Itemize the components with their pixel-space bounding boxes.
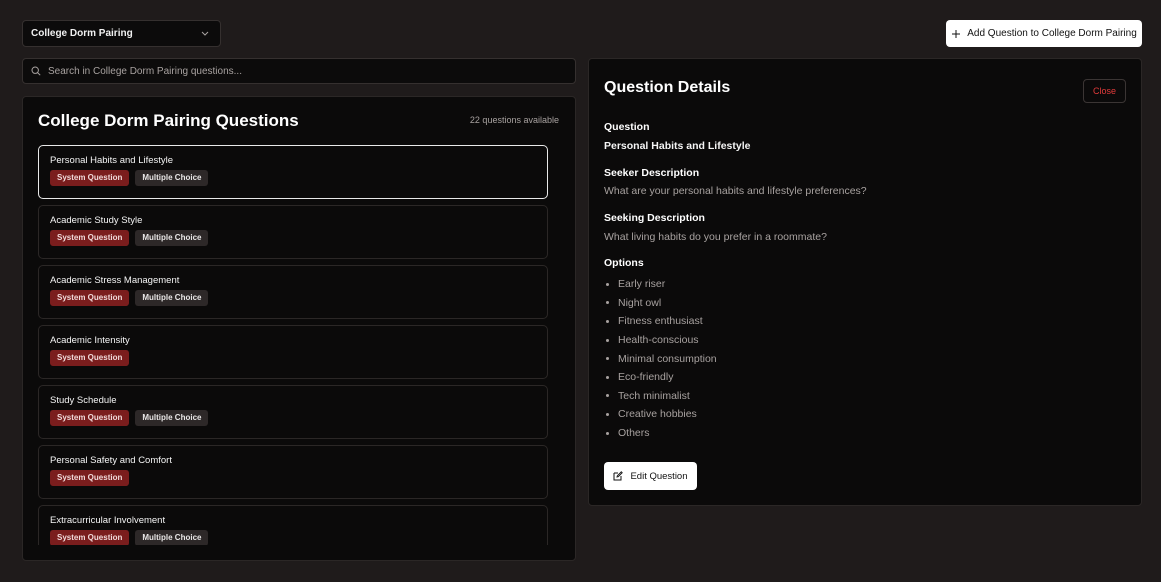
option-text: Others [618,427,650,440]
multiple-choice-badge: Multiple Choice [135,170,209,186]
question-card-title: Academic Intensity [50,335,130,346]
questions-list-panel: College Dorm Pairing Questions 22 questi… [22,96,576,561]
search-icon [31,66,42,77]
question-card-title: Personal Habits and Lifestyle [50,155,174,166]
multiple-choice-badge: Multiple Choice [135,530,209,545]
option-text: Night owl [618,296,662,309]
bullet-icon [606,282,609,286]
edit-question-button[interactable]: Edit Question [604,462,697,490]
option-item: Early riser [604,275,717,294]
system-question-badge: System Question [50,350,130,366]
seeking-description-label: Seeking Description [604,212,705,224]
option-text: Fitness enthusiast [618,315,703,328]
options-label: Options [604,257,644,269]
details-title: Question Details [604,79,731,96]
bullet-icon [606,375,609,379]
bullet-icon [606,301,609,305]
option-item: Night owl [604,294,717,313]
question-card-title: Study Schedule [50,395,117,406]
question-value: Personal Habits and Lifestyle [604,140,751,152]
edit-question-label: Edit Question [630,470,688,482]
option-item: Health-conscious [604,331,717,350]
category-select-value: College Dorm Pairing [31,28,133,39]
close-button[interactable]: Close [1083,79,1126,103]
option-text: Tech minimalist [618,389,690,402]
option-item: Creative hobbies [604,405,717,424]
system-question-badge: System Question [50,170,130,186]
search-bar [22,58,576,84]
edit-icon [613,471,624,482]
question-list[interactable]: Personal Habits and Lifestyle System Ques… [38,145,549,545]
add-question-button[interactable]: Add Question to College Dorm Pairing [946,20,1142,47]
question-card-tags: System Question [50,470,536,486]
system-question-badge: System Question [50,230,130,246]
option-text: Eco-friendly [618,371,674,384]
option-item: Eco-friendly [604,368,717,387]
seeking-description-value: What living habits do you prefer in a ro… [604,231,827,243]
seeker-description-label: Seeker Description [604,167,700,179]
question-card-title: Extracurricular Involvement [50,515,166,526]
question-card-title: Personal Safety and Comfort [50,455,172,466]
options-list: Early riser Night owl Fitness enthusiast He… [604,275,717,442]
question-card-tags: System Question Multiple Choice [50,530,536,545]
multiple-choice-badge: Multiple Choice [135,290,209,306]
question-card-title: Academic Stress Management [50,275,180,286]
option-text: Early riser [618,278,666,291]
option-item: Minimal consumption [604,349,717,368]
question-card[interactable]: Extracurricular Involvement System Questi… [38,505,548,545]
bullet-icon [606,338,609,342]
system-question-badge: System Question [50,290,130,306]
question-card-tags: System Question Multiple Choice [50,410,536,426]
plus-icon [951,29,961,39]
question-card[interactable]: Academic Stress Management System Questio… [38,265,548,319]
option-item: Others [604,424,717,443]
bullet-icon [606,357,609,361]
option-text: Creative hobbies [618,408,697,421]
option-text: Health-conscious [618,334,699,347]
question-card-tags: System Question Multiple Choice [50,230,536,246]
bullet-icon [606,412,609,416]
question-count: 22 questions available [469,115,559,125]
add-question-label: Add Question to College Dorm Pairing [967,28,1137,39]
question-card[interactable]: Academic Study Style System Question Multi… [38,205,548,259]
question-card-tags: System Question Multiple Choice [50,170,536,186]
question-card[interactable]: Personal Habits and Lifestyle System Ques… [38,145,548,199]
question-details-panel: Question Details Close Question Personal… [588,58,1142,506]
question-card-tags: System Question [50,350,536,366]
question-card[interactable]: Study Schedule System Question Multiple Ch… [38,385,548,439]
question-card[interactable]: Academic Intensity System Question [38,325,548,379]
multiple-choice-badge: Multiple Choice [135,230,209,246]
chevron-down-icon [200,29,210,39]
system-question-badge: System Question [50,530,130,545]
seeker-description-value: What are your personal habits and lifest… [604,185,867,197]
option-text: Minimal consumption [618,352,717,365]
question-label: Question [604,121,650,133]
option-item: Fitness enthusiast [604,312,717,331]
bullet-icon [606,394,609,398]
option-item: Tech minimalist [604,387,717,406]
question-card-tags: System Question Multiple Choice [50,290,536,306]
question-card-title: Academic Study Style [50,215,143,226]
system-question-badge: System Question [50,410,130,426]
category-select[interactable]: College Dorm Pairing [22,20,221,47]
bullet-icon [606,431,609,435]
search-input[interactable] [48,65,548,77]
question-card[interactable]: Personal Safety and Comfort System Questi… [38,445,548,499]
list-title: College Dorm Pairing Questions [38,111,299,130]
system-question-badge: System Question [50,470,130,486]
bullet-icon [606,319,609,323]
multiple-choice-badge: Multiple Choice [135,410,209,426]
